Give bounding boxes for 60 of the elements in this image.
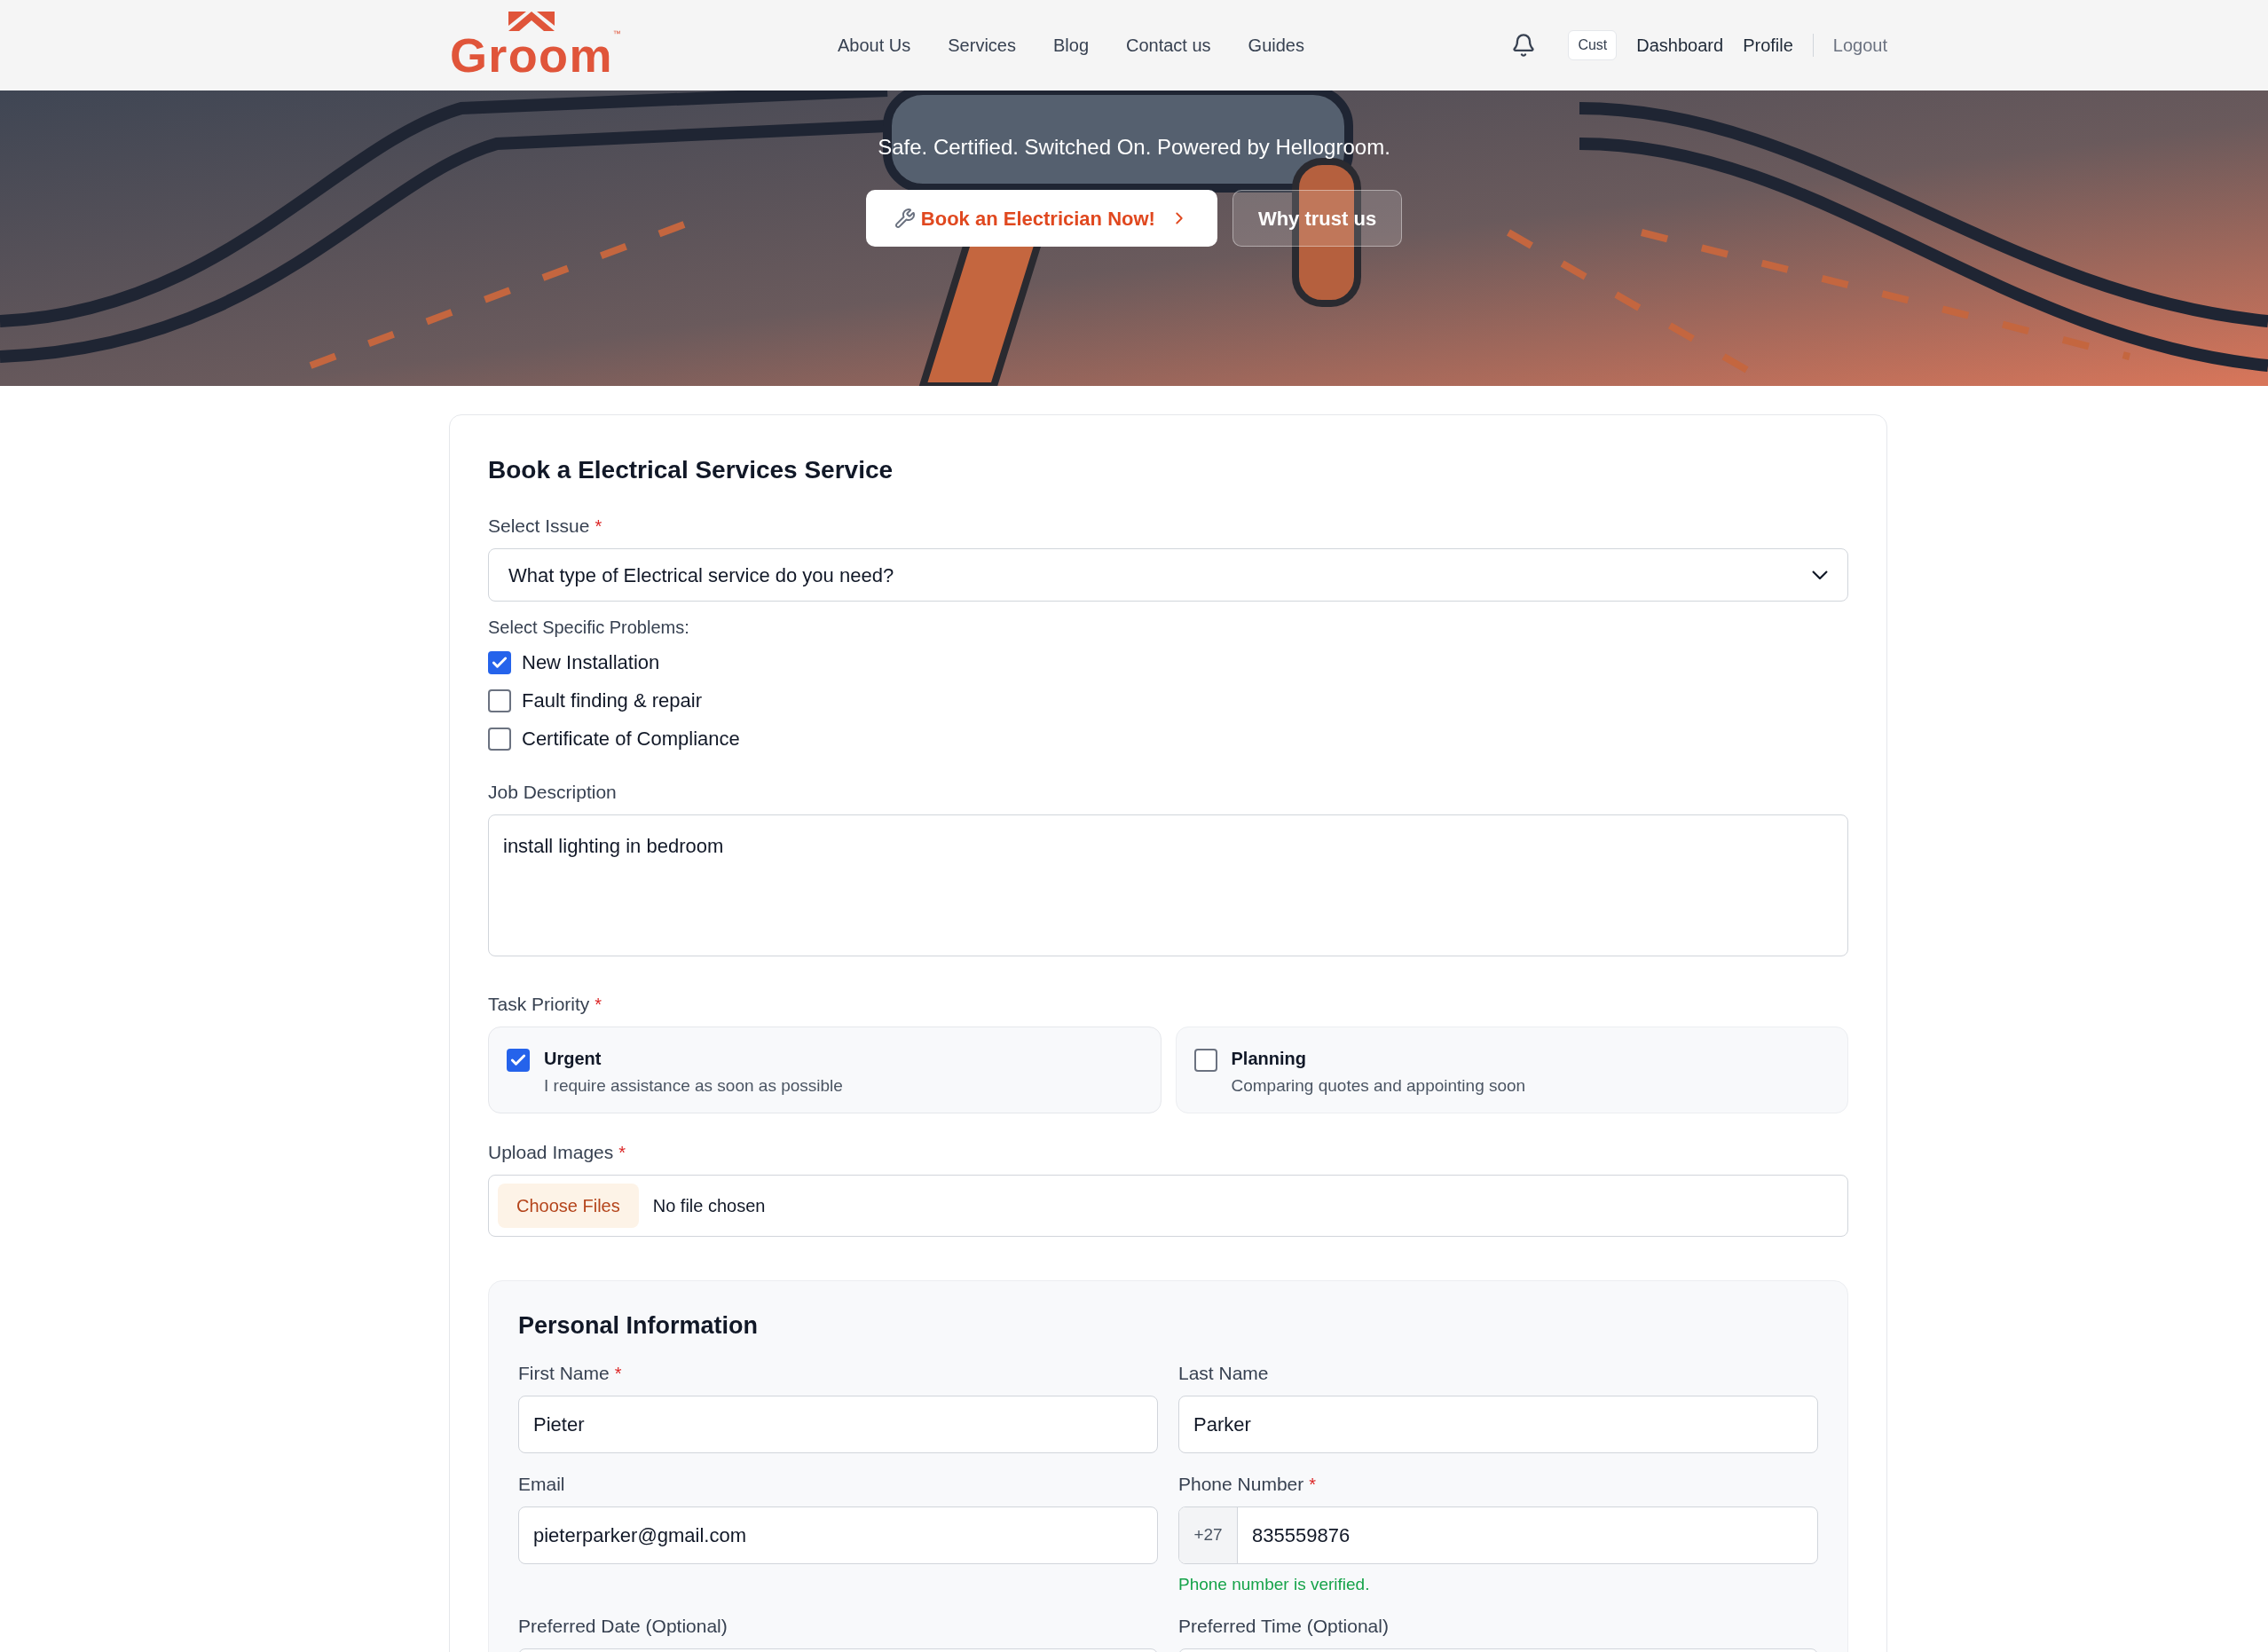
file-upload-field[interactable]: Choose Files No file chosen (488, 1175, 1848, 1237)
option-description: Comparing quotes and appointing soon (1231, 1075, 1526, 1097)
user-badge: Cust (1568, 30, 1618, 60)
checkbox[interactable] (488, 651, 511, 674)
field-label: Task Priority (488, 995, 590, 1013)
nav-link[interactable]: About Us (838, 32, 911, 59)
trademark-mark: ™ (612, 28, 621, 40)
checkbox[interactable] (488, 728, 511, 751)
file-status: No file chosen (652, 1195, 766, 1217)
priority-option[interactable]: Urgent I require assistance as soon as possible (488, 1027, 1162, 1113)
nav-link[interactable]: Contact us (1126, 32, 1211, 59)
checkbox-label[interactable]: Fault finding & repair (522, 691, 702, 711)
notification-bell-icon[interactable] (1511, 33, 1537, 58)
field-label: Preferred Time (Optional) (1178, 1617, 1389, 1635)
chevron-down-icon (1812, 570, 1828, 579)
checkbox[interactable] (507, 1049, 530, 1072)
verification-note: Phone number is verified. (1178, 1576, 1371, 1593)
nav-link[interactable]: Dashboard (1636, 32, 1724, 59)
nav-link[interactable]: Services (948, 32, 1016, 59)
field-label: Select Specific Problems: (488, 618, 689, 637)
required-asterisk: * (614, 1364, 622, 1382)
field-label: Upload Images (488, 1143, 614, 1161)
text-input[interactable]: pieterparker@gmail.com (518, 1506, 1158, 1564)
field-label: Phone Number (1178, 1475, 1304, 1493)
option-title: Planning (1231, 1048, 1307, 1070)
nav-link[interactable]: Guides (1248, 32, 1304, 59)
option-title: Urgent (544, 1048, 602, 1070)
why-trust-button[interactable]: Why trust us (1232, 190, 1403, 247)
wrench-icon (894, 208, 916, 229)
required-asterisk: * (595, 995, 602, 1013)
field-label: First Name (518, 1364, 610, 1382)
country-code: +27 (1179, 1507, 1238, 1563)
issue-select[interactable]: What type of Electrical service do you need? (488, 548, 1848, 602)
option-description: I require assistance as soon as possible (544, 1075, 843, 1097)
checkbox[interactable] (488, 689, 511, 712)
checkbox-label[interactable]: Certificate of Compliance (522, 729, 740, 749)
field-label: Job Description (488, 783, 617, 801)
phone-field[interactable]: +27 835559876 (1178, 1506, 1818, 1564)
field-label: Preferred Date (Optional) (518, 1617, 728, 1635)
required-asterisk: * (618, 1143, 626, 1161)
required-asterisk: * (1309, 1475, 1317, 1493)
field-label: Select Issue (488, 516, 590, 535)
nav-link[interactable]: Blog (1052, 32, 1089, 59)
field-label: Email (518, 1475, 565, 1493)
checkbox-label[interactable]: New Installation (522, 653, 660, 673)
field-label: Last Name (1178, 1364, 1269, 1382)
hero-subtitle: Safe. Certified. Switched On. Powered by Hellogroom. (878, 134, 1390, 161)
choose-files-button[interactable]: Choose Files (498, 1184, 639, 1228)
nav-link[interactable]: Profile (1743, 32, 1793, 59)
required-asterisk: * (595, 516, 602, 535)
job-description-textarea[interactable]: install lighting in bedroom (488, 814, 1848, 956)
priority-option[interactable]: Planning Comparing quotes and appointing soon (1175, 1027, 1848, 1113)
text-input[interactable]: Parker (1178, 1396, 1818, 1453)
form-title: Book a Electrical Services Service (488, 458, 894, 483)
roof-icon (508, 12, 555, 31)
checkbox[interactable] (1193, 1049, 1217, 1072)
text-input[interactable]: Pieter (518, 1396, 1158, 1453)
book-button[interactable]: Book an Electrician Now! (865, 190, 1217, 247)
logout-link[interactable]: Logout (1832, 32, 1887, 59)
section-title: Personal Information (518, 1314, 760, 1338)
